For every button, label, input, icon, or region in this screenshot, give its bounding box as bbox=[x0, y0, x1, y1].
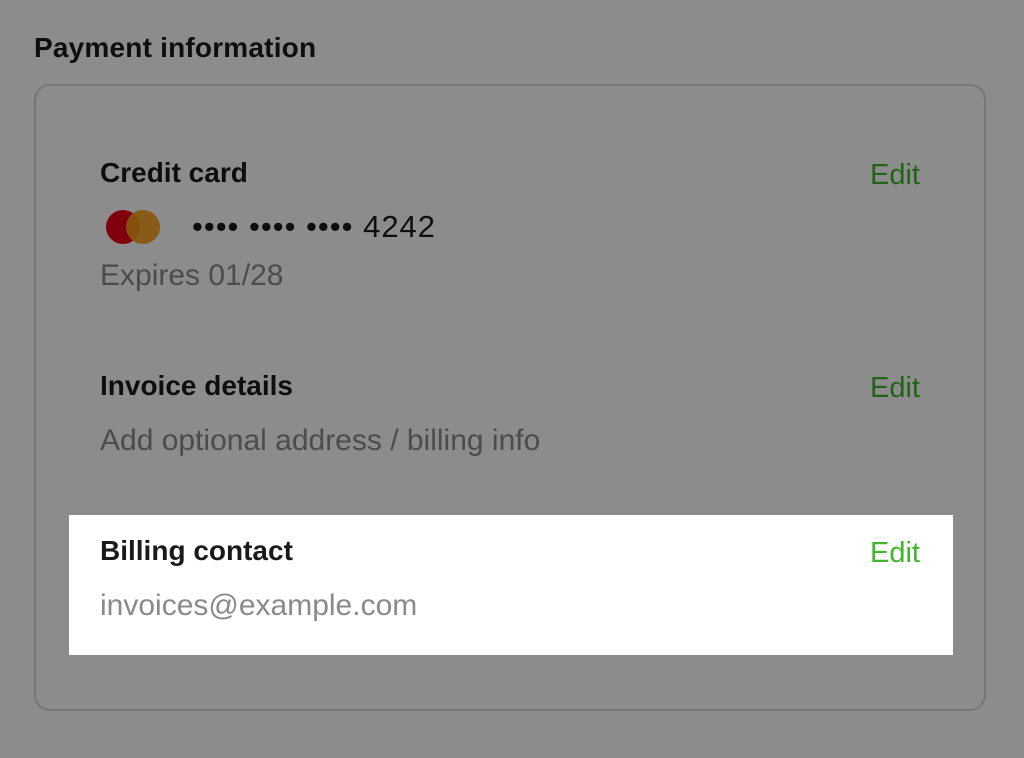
invoice-details-title: Invoice details bbox=[100, 370, 293, 401]
credit-card-section: Credit card Edit •••• •••• •••• 4242 Exp… bbox=[100, 157, 920, 297]
credit-card-edit-link[interactable]: Edit bbox=[870, 159, 920, 192]
section-title: Payment information bbox=[34, 32, 317, 63]
credit-card-title: Credit card bbox=[100, 157, 248, 188]
card-number-row: •••• •••• •••• 4242 bbox=[100, 207, 436, 247]
invoice-details-section: Invoice details Edit Add optional addres… bbox=[100, 370, 920, 470]
billing-contact-section: Billing contact Edit invoices@example.co… bbox=[100, 535, 920, 635]
card-expiry: Expires 01/28 bbox=[100, 259, 284, 292]
billing-contact-edit-link[interactable]: Edit bbox=[870, 537, 920, 570]
mastercard-logo-icon bbox=[100, 210, 162, 244]
billing-contact-highlight: Billing contact Edit invoices@example.co… bbox=[69, 515, 953, 655]
invoice-details-edit-link[interactable]: Edit bbox=[870, 372, 920, 405]
billing-contact-title: Billing contact bbox=[100, 535, 293, 566]
masked-card-number: •••• •••• •••• 4242 bbox=[192, 209, 437, 244]
payment-information-page: Payment information Credit card Edit •••… bbox=[0, 0, 1024, 758]
invoice-details-description: Add optional address / billing info bbox=[100, 424, 541, 457]
billing-contact-email: invoices@example.com bbox=[100, 589, 418, 622]
